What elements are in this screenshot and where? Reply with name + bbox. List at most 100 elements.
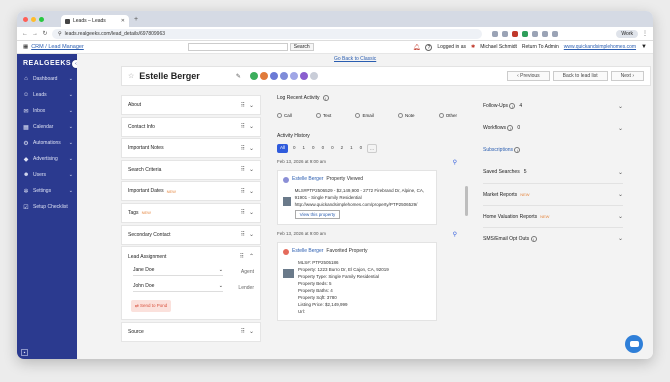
global-search-button[interactable]: Search xyxy=(289,43,314,51)
sidebar-item-settings[interactable]: ✲ Settings ⌄ xyxy=(17,183,77,199)
text-icon[interactable] xyxy=(259,72,268,80)
back-to-lead-list-button[interactable]: Back to lead list xyxy=(552,71,608,81)
extension-icon[interactable] xyxy=(522,30,528,37)
card-sms-email-opt-outs[interactable]: SMS/Email Opt Outs i ⌄ xyxy=(483,227,623,249)
drag-handle-icon[interactable]: ⠿ xyxy=(241,328,246,335)
info-icon[interactable]: i xyxy=(514,147,521,153)
chevron-down-icon[interactable]: ⌄ xyxy=(249,145,254,152)
user-name[interactable]: Michael Schmidt xyxy=(480,44,517,50)
new-tab-icon[interactable]: + xyxy=(134,16,138,23)
url-bar[interactable]: ⚲ leads.realgeeks.com/lead_details/69780… xyxy=(52,28,482,39)
card-contact-info[interactable]: Contact Info ⠿ ⌄ xyxy=(121,116,261,137)
extension-icon[interactable] xyxy=(512,30,518,37)
drag-handle-icon[interactable]: ⠿ xyxy=(241,102,246,109)
radio-note[interactable]: Note xyxy=(397,113,414,118)
sidebar-toggle-icon[interactable]: ▪ xyxy=(21,349,28,356)
info-icon[interactable]: i xyxy=(509,103,516,109)
drag-handle-icon[interactable]: ⠿ xyxy=(241,209,246,216)
history-filter[interactable]: 2 xyxy=(339,144,346,153)
card-workflows[interactable]: Workflows i 0 ⌄ xyxy=(483,117,623,139)
card-search-criteria[interactable]: Search Criteria ⠿ ⌄ xyxy=(121,159,261,180)
reload-icon[interactable]: ↻ xyxy=(42,30,48,37)
drag-handle-icon[interactable]: ⠿ xyxy=(241,166,246,173)
minimize-window-dot[interactable] xyxy=(31,16,36,22)
agent-select[interactable]: Jane Doe ⌄ xyxy=(133,267,223,277)
chevron-down-icon[interactable]: ⌄ xyxy=(618,235,623,242)
lender-select[interactable]: John Doe ⌄ xyxy=(133,283,223,293)
sidebar-item-automations[interactable]: ⚙ Automations ⌄ xyxy=(17,135,77,151)
extension-icon[interactable] xyxy=(532,30,538,37)
drag-handle-icon[interactable]: ⠿ xyxy=(241,145,246,152)
chevron-down-icon[interactable]: ⌄ xyxy=(618,169,623,176)
chevron-down-icon[interactable]: ⌄ xyxy=(249,188,254,195)
sidebar-item-calendar[interactable]: ▦ Calendar ⌄ xyxy=(17,119,77,135)
activity-lead-name[interactable]: Estelle Berger xyxy=(292,248,323,255)
card-market-reports[interactable]: Market Reports NEW ⌄ xyxy=(483,183,623,205)
browser-tab[interactable]: Leads – Leads ✕ xyxy=(61,15,129,27)
share-icon[interactable] xyxy=(299,72,308,80)
radio-other[interactable]: Other xyxy=(438,113,457,118)
chevron-down-icon[interactable]: ⌄ xyxy=(249,209,254,216)
site-info-icon[interactable]: ⚲ xyxy=(58,31,62,37)
sidebar-item-setup-checklist[interactable]: ☑ Setup Checklist xyxy=(17,199,77,215)
forward-arrow-icon[interactable]: → xyxy=(32,31,38,37)
email-icon[interactable] xyxy=(269,72,278,80)
site-url-link[interactable]: www.quickandsimplehomes.com xyxy=(564,44,636,50)
chevron-down-icon[interactable]: ⌄ xyxy=(618,213,623,220)
crm-lead-manager-link[interactable]: CRM / Lead Manager xyxy=(31,44,84,50)
downloads-icon[interactable] xyxy=(552,30,558,37)
card-source[interactable]: Source ⠿ ⌄ xyxy=(121,321,261,342)
info-icon[interactable]: i xyxy=(507,125,514,131)
chevron-down-icon[interactable]: ⌄ xyxy=(618,125,623,132)
call-icon[interactable] xyxy=(249,72,258,80)
previous-lead-button[interactable]: ‹ Previous xyxy=(507,71,550,81)
history-filter[interactable]: ... xyxy=(367,144,377,153)
history-filter[interactable]: 1 xyxy=(301,144,308,153)
chevron-down-icon[interactable]: ⌄ xyxy=(249,328,254,335)
history-filter[interactable]: All xyxy=(277,144,289,153)
card-secondary-contact[interactable]: Secondary Contact ⠿ ⌄ xyxy=(121,224,261,245)
card-home-valuation-reports[interactable]: Home Valuation Reports NEW ⌄ xyxy=(483,205,623,227)
close-tab-icon[interactable]: ✕ xyxy=(121,18,125,24)
history-filter[interactable]: 0 xyxy=(291,144,298,153)
pin-icon[interactable]: ⚲ xyxy=(453,159,457,166)
favorite-star-icon[interactable]: ☆ xyxy=(128,72,134,80)
task-icon[interactable] xyxy=(289,72,298,80)
card-saved-searches[interactable]: Saved Searches 5 ⌄ xyxy=(483,161,623,183)
chevron-down-icon[interactable]: ⌄ xyxy=(618,191,623,198)
close-window-dot[interactable] xyxy=(23,16,28,22)
chat-support-button[interactable] xyxy=(625,335,643,353)
extension-icon[interactable] xyxy=(502,30,508,37)
feed-scrollbar[interactable] xyxy=(465,186,468,216)
sidebar-item-advertising[interactable]: ◆ Advertising ⌄ xyxy=(17,151,77,167)
card-tags[interactable]: Tags NEW ⠿ ⌄ xyxy=(121,202,261,223)
profile-button[interactable]: Work xyxy=(616,29,638,38)
history-filter[interactable]: 0 xyxy=(329,144,336,153)
card-important-notes[interactable]: Important Notes ⠿ ⌄ xyxy=(121,138,261,159)
sidebar-item-leads[interactable]: ☺ Leads ⌄ xyxy=(17,87,77,103)
radio-call[interactable]: Call xyxy=(277,113,292,118)
info-icon[interactable]: i xyxy=(322,95,329,101)
zoom-window-dot[interactable] xyxy=(39,16,44,22)
history-filter[interactable]: 0 xyxy=(320,144,327,153)
chevron-up-icon[interactable]: ⌃ xyxy=(249,253,254,260)
drag-handle-icon[interactable]: ⠿ xyxy=(240,253,244,260)
drag-handle-icon[interactable]: ⠿ xyxy=(241,231,246,238)
return-to-admin-link[interactable]: Return To Admin xyxy=(522,44,559,50)
chevron-down-icon[interactable]: ⌄ xyxy=(249,123,254,130)
back-arrow-icon[interactable]: ← xyxy=(22,31,28,37)
view-property-button[interactable]: View this property xyxy=(294,210,341,219)
next-lead-button[interactable]: Next › xyxy=(610,71,644,81)
history-filter[interactable]: 0 xyxy=(310,144,317,153)
account-dropdown-icon[interactable]: ▼ xyxy=(641,44,647,50)
property-thumbnail[interactable] xyxy=(283,269,294,278)
chevron-down-icon[interactable]: ⌄ xyxy=(249,231,254,238)
info-icon[interactable]: i xyxy=(530,235,537,242)
drag-handle-icon[interactable]: ⠿ xyxy=(241,188,246,195)
card-important-dates[interactable]: Important Dates NEW ⠿ ⌄ xyxy=(121,181,261,202)
send-to-pond-button[interactable]: ⇄ Send to Pond xyxy=(131,300,172,313)
chevron-down-icon[interactable]: ⌄ xyxy=(618,103,623,110)
radio-text[interactable]: Text xyxy=(315,113,331,118)
history-filter[interactable]: 0 xyxy=(358,144,365,153)
go-back-to-classic-link[interactable]: Go Back to Classic xyxy=(334,56,376,62)
